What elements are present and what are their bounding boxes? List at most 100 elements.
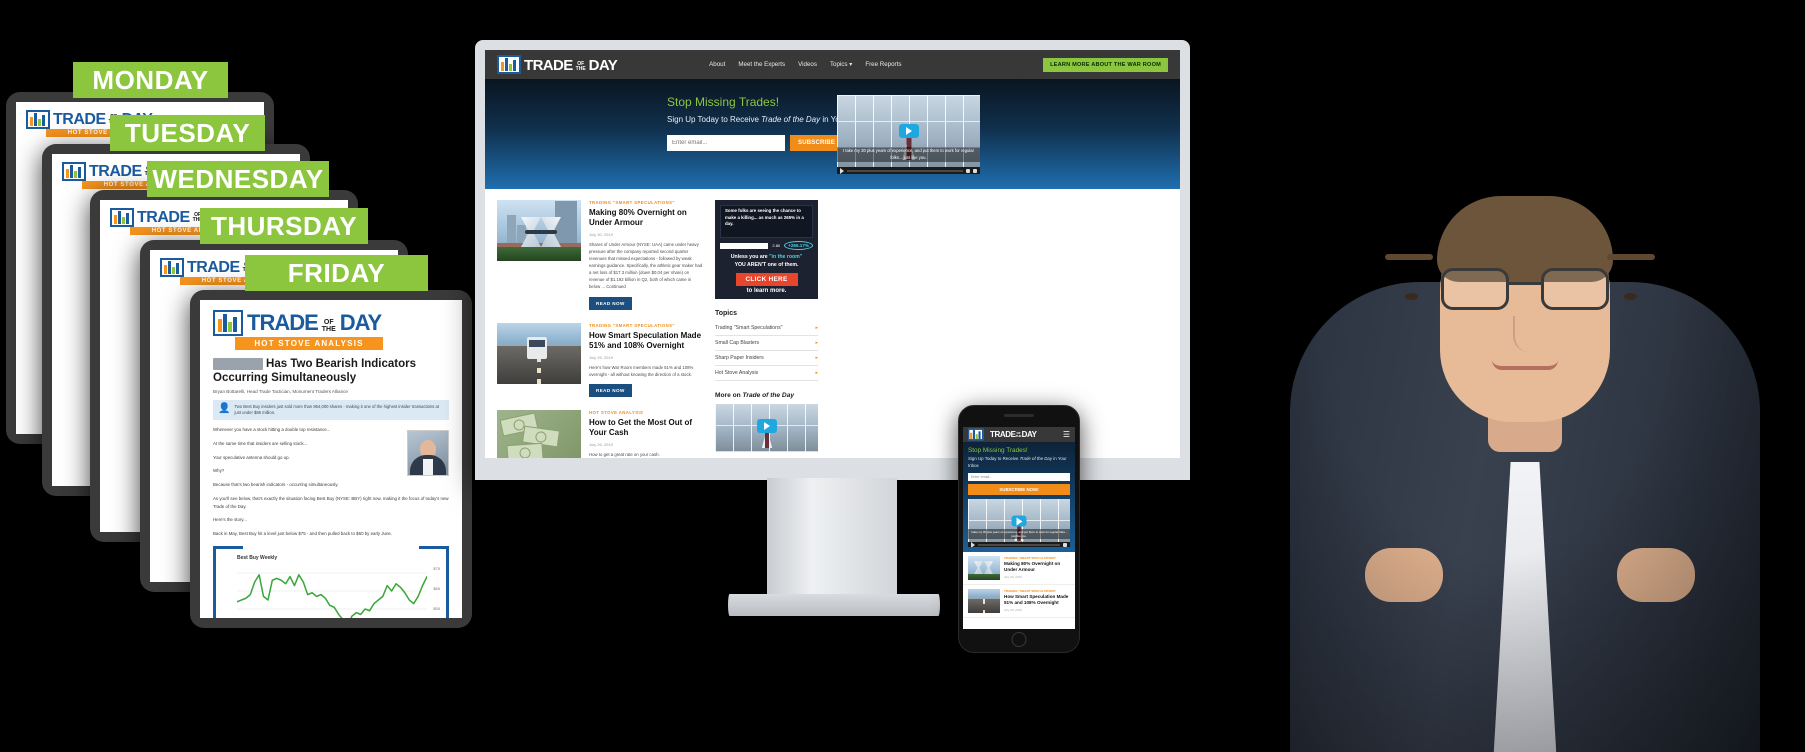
chevron-right-icon: ▸: [815, 370, 818, 377]
chart-bracket-left: [213, 545, 216, 618]
imac-chin: [475, 458, 1190, 480]
sidebar-video-player[interactable]: [715, 404, 818, 453]
newsletter-document: TRADE OFTHE DAY HOT STOVE ANALYSIS Best …: [200, 300, 462, 618]
tod-logo-mark: [26, 110, 50, 129]
nav-item-about[interactable]: About: [709, 61, 725, 68]
article-headline[interactable]: How to Get the Most Out of Your Cash: [589, 418, 703, 438]
topic-item-hot-stove-analysis[interactable]: Hot Stove Analysis ▸: [715, 366, 818, 382]
article-headline[interactable]: How Smart Speculation Made 51% and 108% …: [589, 331, 703, 351]
war-room-cta-button[interactable]: LEARN MORE ABOUT THE WAR ROOM: [1043, 57, 1168, 72]
nav-item-free-reports[interactable]: Free Reports: [865, 61, 901, 68]
phone-navbar: TRADE OF THE DAY ☰: [963, 427, 1075, 442]
tod-logo-mark: [968, 428, 984, 441]
phone-article-category: TRADING "SMART SPECULATIONS": [1004, 589, 1057, 594]
email-input[interactable]: [667, 134, 785, 151]
topic-label: Trading "Smart Speculations": [715, 325, 783, 332]
read-now-button[interactable]: READ NOW: [589, 296, 632, 310]
phone-article-date: July 29, 2019: [1004, 608, 1022, 613]
play-icon[interactable]: [1011, 515, 1027, 527]
doc-body: Whenever you have a stock hitting a doub…: [213, 426, 449, 537]
tod-logo-mark: [213, 310, 243, 336]
video-scrubber[interactable]: [847, 169, 963, 172]
fullscreen-icon[interactable]: [973, 168, 977, 173]
phone-article-card[interactable]: TRADING "SMART SPECULATIONS" How Smart S…: [963, 585, 1075, 619]
sidebar-ad[interactable]: Some folks are seeing the chance to make…: [715, 200, 818, 300]
video-controls[interactable]: [837, 167, 980, 174]
phone-subscribe-button[interactable]: SUBSCRIBE NOW!: [968, 484, 1070, 496]
doc-callout-text: Two Best Buy insiders just sold more tha…: [234, 403, 440, 416]
topics-heading: Topics: [715, 310, 738, 318]
phone-article-card[interactable]: TRADING "SMART SPECULATIONS" Making 80% …: [963, 552, 1075, 586]
phone-video-controls[interactable]: [968, 541, 1070, 548]
doc-logo-banner: HOT STOVE ANALYSIS: [235, 337, 383, 350]
article-category[interactable]: HOT STOVE ANALYSIS: [589, 410, 703, 415]
phone-article-headline[interactable]: How Smart Speculation Made 51% and 108% …: [1004, 594, 1070, 606]
phone-viewport: TRADE OF THE DAY ☰ Stop Missing Trades! S…: [963, 427, 1075, 629]
article-column: TRADING "SMART SPECULATIONS" Making 80% …: [497, 200, 703, 458]
chart-plot-area: $75 $65 $55 $45 Jul '18 Jan '19 Jul '19: [237, 564, 440, 618]
chart-svg: [237, 572, 427, 618]
article-category[interactable]: TRADING "SMART SPECULATIONS": [589, 200, 703, 205]
nav-item-meet-the-experts[interactable]: Meet the Experts: [738, 61, 785, 68]
presenter-photo: [1245, 0, 1805, 752]
play-icon[interactable]: [756, 419, 777, 434]
article-date: July 29, 2019: [589, 354, 613, 360]
phone-article-text: TRADING "SMART SPECULATIONS" How Smart S…: [1004, 589, 1070, 613]
tablet-friday[interactable]: TRADE OFTHE DAY HOT STOVE ANALYSIS Best …: [190, 290, 472, 628]
tod-logo-mark: [160, 258, 184, 277]
article-card[interactable]: HOT STOVE ANALYSIS How to Get the Most O…: [497, 409, 703, 458]
nav-item-videos[interactable]: Videos: [798, 61, 817, 68]
site-logo-day: DAY: [588, 57, 618, 74]
article-card[interactable]: TRADING "SMART SPECULATIONS" Making 80% …: [497, 200, 703, 310]
hero-banner: Stop Missing Trades! Sign Up Today to Re…: [485, 79, 1180, 189]
author-portrait: [407, 430, 449, 477]
tod-logo-trade: TRADE: [89, 162, 142, 180]
ad-click-here-button[interactable]: CLICK HERE: [735, 273, 798, 287]
chart-ytick: $75: [433, 565, 440, 571]
hamburger-menu-icon[interactable]: ☰: [1063, 430, 1070, 439]
phone-email-input[interactable]: Enter email...: [968, 473, 1070, 482]
desktop-mockup: TRADE OF THE DAY About Meet the Experts V…: [475, 40, 1190, 480]
site-logo[interactable]: TRADE OF THE DAY: [497, 55, 618, 74]
chart-title: Best Buy Weekly: [237, 554, 278, 561]
phone-hero: Stop Missing Trades! Sign Up Today to Re…: [963, 442, 1075, 553]
more-heading-em: Trade of the Day: [742, 392, 795, 400]
topic-item-smart-speculations[interactable]: Trading "Smart Speculations" ▸: [715, 321, 818, 337]
ad-cta-subtext: to learn more.: [746, 288, 787, 295]
hero-sub-pre: Sign Up Today to Receive: [667, 115, 762, 124]
day-chip-friday-label: FRIDAY: [287, 257, 386, 288]
article-thumbnail-under-armour: [497, 200, 581, 261]
phone-article-headline[interactable]: Making 80% Overnight on Under Armour: [1004, 561, 1070, 573]
phone-sub-pre: Sign Up Today to Receive: [968, 456, 1020, 461]
phone-video-player[interactable]: I take my 30 plus years of experience, a…: [968, 499, 1070, 548]
topic-label: Small Cap Blasters: [715, 340, 760, 347]
ad-tagline: Unless you are "in the room" YOU AREN'T …: [720, 254, 813, 269]
doc-logo-ofthe: OF THE: [321, 319, 336, 333]
imac-stand-foot: [728, 594, 940, 616]
nav-item-topics[interactable]: Topics ▾: [830, 61, 852, 68]
imac-stand-neck: [767, 478, 897, 600]
article-category[interactable]: TRADING "SMART SPECULATIONS": [589, 323, 703, 328]
article-headline[interactable]: Making 80% Overnight on Under Armour: [589, 208, 703, 228]
tod-logo-trade: TRADE: [53, 110, 106, 128]
topic-item-sharp-paper-insiders[interactable]: Sharp Paper Insiders ▸: [715, 351, 818, 367]
topic-item-small-cap-blasters[interactable]: Small Cap Blasters ▸: [715, 336, 818, 352]
phone-thumbnail-under-armour: [968, 556, 1000, 581]
play-icon[interactable]: [898, 124, 919, 139]
read-now-button[interactable]: READ NOW: [589, 383, 632, 397]
day-chip-monday: MONDAY: [73, 62, 228, 98]
tod-logo-mark: [497, 55, 521, 74]
hero-video-player[interactable]: I take my 30 plus years of experience, a…: [837, 95, 980, 174]
site-nav-links: About Meet the Experts Videos Topics ▾ F…: [709, 61, 901, 68]
tablet-friday-screen: TRADE OFTHE DAY HOT STOVE ANALYSIS Best …: [200, 300, 462, 618]
volume-icon[interactable]: [966, 168, 970, 173]
article-excerpt: Here's how War Room members made 51% and…: [589, 364, 694, 377]
website-viewport: TRADE OF THE DAY About Meet the Experts V…: [485, 50, 1180, 458]
sidebar: Some folks are seeing the chance to make…: [715, 200, 818, 458]
play-control-icon[interactable]: [840, 167, 844, 174]
day-chip-thursday: THURSDAY: [200, 208, 368, 244]
article-card[interactable]: TRADING "SMART SPECULATIONS" How Smart S…: [497, 322, 703, 397]
hero-sub-em: Trade of the Day: [761, 115, 821, 124]
day-chip-tuesday-label: TUESDAY: [124, 117, 251, 148]
phone-home-button[interactable]: [1011, 632, 1027, 647]
